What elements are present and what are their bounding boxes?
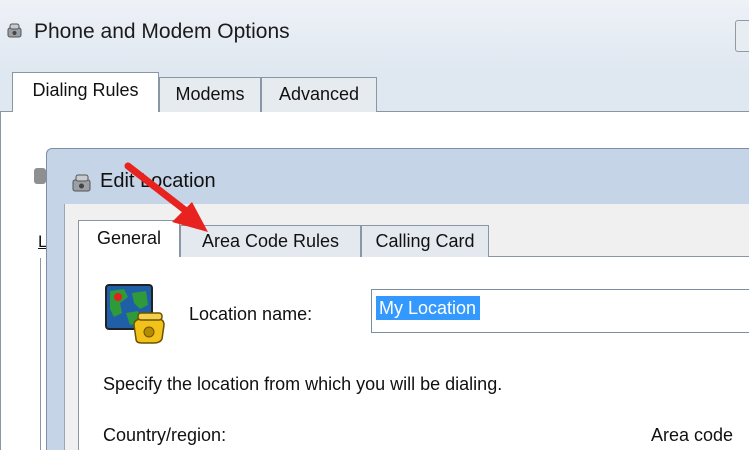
country-region-label: Country/region: [103,425,227,445]
area-code-label: Area code [651,425,734,445]
location-instruction: Specify the location from which you will… [103,374,503,394]
phone-modem-icon [6,22,24,40]
tab-modems[interactable]: Modems [159,77,261,112]
general-tab-page [78,257,749,450]
red-arrow-icon [120,160,230,250]
globe-telephone-icon [104,283,166,345]
tab-advanced[interactable]: Advanced [261,77,377,112]
location-name-value: My Location [376,296,481,320]
outer-list-border [40,258,41,450]
tab-calling-card[interactable]: Calling Card [361,225,489,257]
outer-dialog-title: Phone and Modem Options [34,20,290,43]
outer-fragment-icon [34,168,46,184]
location-name-label: Location name: [189,304,313,324]
close-button[interactable] [735,20,749,52]
phone-modem-icon [70,172,94,194]
tab-dialing-rules[interactable]: Dialing Rules [12,72,159,112]
location-name-input[interactable]: My Location [371,289,749,333]
outer-page-border [0,112,1,450]
